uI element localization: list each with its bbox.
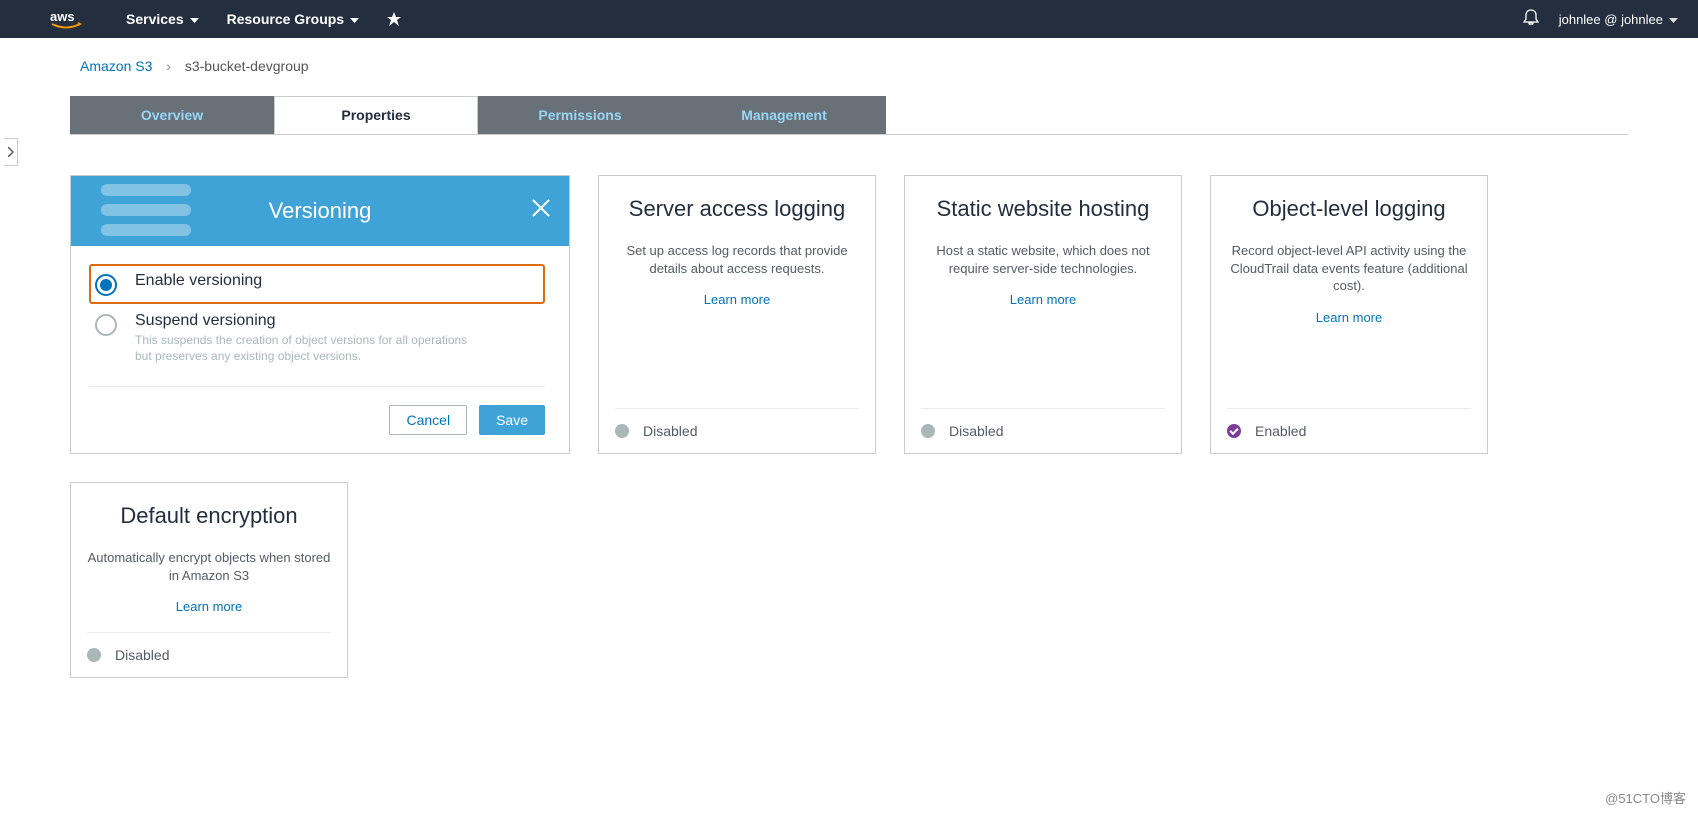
card-title: Object-level logging bbox=[1227, 196, 1471, 222]
card-status: Enabled bbox=[1227, 408, 1471, 453]
card-object-level-logging[interactable]: Object-level logging Record object-level… bbox=[1210, 175, 1488, 454]
status-dot-enabled-icon bbox=[1227, 424, 1241, 438]
svg-text:aws: aws bbox=[50, 9, 75, 24]
user-label: johnlee @ johnlee bbox=[1559, 12, 1663, 27]
side-panel-toggle[interactable] bbox=[4, 138, 18, 166]
card-static-website-hosting[interactable]: Static website hosting Host a static web… bbox=[904, 175, 1182, 454]
nav-services-label: Services bbox=[126, 11, 184, 27]
card-desc: Automatically encrypt objects when store… bbox=[87, 549, 331, 584]
card-title: Static website hosting bbox=[921, 196, 1165, 222]
status-label: Enabled bbox=[1255, 423, 1306, 439]
radio-enable-label: Enable versioning bbox=[135, 272, 262, 290]
status-dot-disabled-icon bbox=[87, 648, 101, 662]
tab-permissions[interactable]: Permissions bbox=[478, 96, 682, 134]
status-label: Disabled bbox=[115, 647, 169, 663]
breadcrumb-current: s3-bucket-devgroup bbox=[185, 58, 309, 74]
chevron-right-icon bbox=[8, 147, 14, 157]
tab-management[interactable]: Management bbox=[682, 96, 886, 134]
radio-icon bbox=[95, 274, 117, 296]
cancel-button[interactable]: Cancel bbox=[389, 405, 467, 435]
notifications-button[interactable] bbox=[1523, 9, 1539, 30]
versioning-header: Versioning bbox=[71, 176, 569, 246]
nav-resource-groups-label: Resource Groups bbox=[227, 11, 344, 27]
save-button[interactable]: Save bbox=[479, 405, 545, 435]
user-menu[interactable]: johnlee @ johnlee bbox=[1559, 12, 1678, 27]
tab-properties[interactable]: Properties bbox=[274, 96, 478, 134]
tab-overview[interactable]: Overview bbox=[70, 96, 274, 134]
top-nav: aws Services Resource Groups johnlee @ j… bbox=[0, 0, 1698, 38]
status-label: Disabled bbox=[949, 423, 1003, 439]
card-versioning-expanded: Versioning Enable versioning bbox=[70, 175, 570, 454]
card-server-access-logging[interactable]: Server access logging Set up access log … bbox=[598, 175, 876, 454]
chevron-right-icon: › bbox=[166, 58, 171, 74]
nav-pin-icon[interactable] bbox=[387, 12, 401, 26]
properties-cards: Versioning Enable versioning bbox=[70, 135, 1628, 718]
radio-suspend-label: Suspend versioning bbox=[135, 312, 475, 330]
learn-more-link[interactable]: Learn more bbox=[1316, 310, 1382, 325]
card-desc: Set up access log records that provide d… bbox=[615, 242, 859, 277]
versioning-title: Versioning bbox=[269, 198, 372, 224]
learn-more-link[interactable]: Learn more bbox=[704, 292, 770, 307]
decoration-icon bbox=[71, 176, 211, 246]
watermark: @51CTO博客 bbox=[1605, 788, 1686, 807]
nav-resource-groups[interactable]: Resource Groups bbox=[227, 11, 359, 27]
versioning-body: Enable versioning Suspend versioning Thi… bbox=[71, 246, 569, 453]
card-status: Disabled bbox=[615, 408, 859, 453]
breadcrumb: Amazon S3 › s3-bucket-devgroup bbox=[70, 38, 1628, 96]
close-icon bbox=[531, 198, 551, 218]
status-dot-disabled-icon bbox=[615, 424, 629, 438]
breadcrumb-root[interactable]: Amazon S3 bbox=[80, 58, 152, 74]
card-desc: Record object-level API activity using t… bbox=[1227, 242, 1471, 295]
radio-icon bbox=[95, 314, 117, 336]
radio-suspend-versioning[interactable]: Suspend versioning This suspends the cre… bbox=[89, 304, 545, 372]
tabs: Overview Properties Permissions Manageme… bbox=[70, 96, 1628, 135]
pin-icon bbox=[387, 12, 401, 26]
page-content: Amazon S3 › s3-bucket-devgroup Overview … bbox=[0, 38, 1698, 718]
close-button[interactable] bbox=[531, 198, 551, 223]
status-label: Disabled bbox=[643, 423, 697, 439]
chevron-down-icon bbox=[350, 11, 359, 27]
card-title: Server access logging bbox=[615, 196, 859, 222]
learn-more-link[interactable]: Learn more bbox=[176, 599, 242, 614]
chevron-down-icon bbox=[1669, 12, 1678, 27]
chevron-down-icon bbox=[190, 11, 199, 27]
learn-more-link[interactable]: Learn more bbox=[1010, 292, 1076, 307]
card-status: Disabled bbox=[87, 632, 331, 677]
radio-suspend-desc: This suspends the creation of object ver… bbox=[135, 332, 475, 364]
versioning-actions: Cancel Save bbox=[89, 386, 545, 435]
card-title: Default encryption bbox=[87, 503, 331, 529]
card-desc: Host a static website, which does not re… bbox=[921, 242, 1165, 277]
bell-icon bbox=[1523, 9, 1539, 25]
status-dot-disabled-icon bbox=[921, 424, 935, 438]
aws-logo[interactable]: aws bbox=[50, 9, 96, 29]
radio-enable-versioning[interactable]: Enable versioning bbox=[89, 264, 545, 304]
card-status: Disabled bbox=[921, 408, 1165, 453]
card-default-encryption[interactable]: Default encryption Automatically encrypt… bbox=[70, 482, 348, 678]
nav-services[interactable]: Services bbox=[126, 11, 199, 27]
